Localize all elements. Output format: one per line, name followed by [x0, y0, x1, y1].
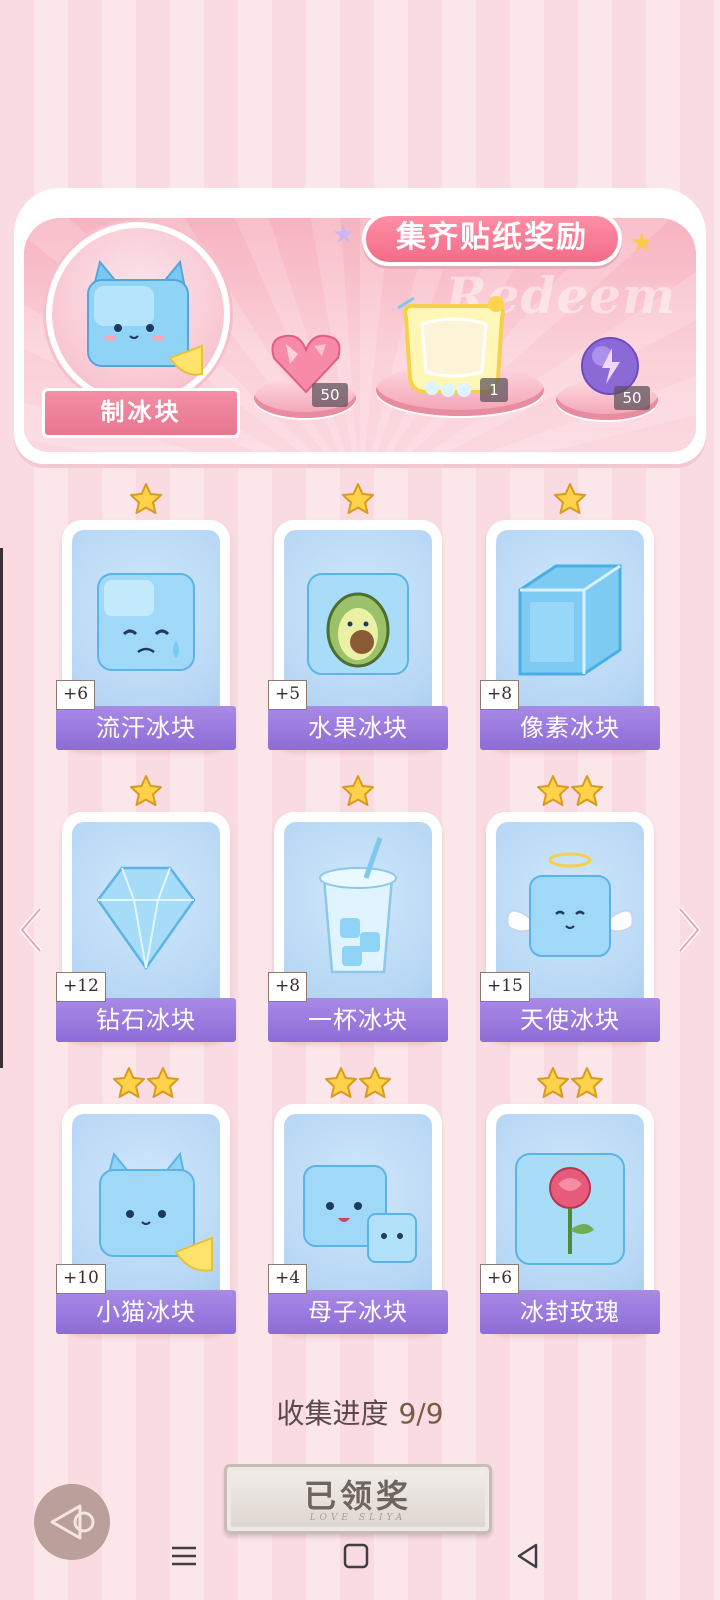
sticker-card[interactable]: 一杯冰块 +8 [268, 775, 448, 1042]
card-name: 像素冰块 [480, 706, 660, 750]
star-icon [342, 483, 374, 514]
star-icon [342, 775, 374, 806]
card-name: 水果冰块 [268, 706, 448, 750]
star-icon [325, 1067, 357, 1098]
card-bonus: +6 [480, 1264, 520, 1294]
card-star-rating [62, 482, 230, 518]
reward-count: 1 [480, 378, 508, 402]
screen-edge [0, 548, 3, 1068]
sticker-card[interactable]: 像素冰块 +8 [480, 483, 660, 750]
back-button[interactable] [34, 1484, 110, 1560]
card-bonus: +5 [268, 680, 308, 710]
ice-maker-circle[interactable] [46, 222, 230, 406]
card-bonus: +15 [480, 972, 530, 1002]
star-icon [147, 1067, 179, 1098]
card-star-rating [274, 774, 442, 810]
claim-button-subtitle: LOVE SLIYA [309, 1513, 407, 1523]
star-icon [130, 775, 162, 806]
sticker-card[interactable]: 水果冰块 +5 [268, 483, 448, 750]
home-icon[interactable] [340, 1540, 372, 1572]
card-bonus: +6 [56, 680, 96, 710]
star-icon [571, 775, 603, 806]
card-star-rating [486, 482, 654, 518]
star-icon [130, 483, 162, 514]
star-icon [113, 1067, 145, 1098]
card-bonus: +8 [268, 972, 308, 1002]
card-name: 天使冰块 [480, 998, 660, 1042]
sticker-card[interactable]: 母子冰块 +4 [268, 1067, 448, 1334]
card-star-rating [62, 774, 230, 810]
reward-count: 50 [312, 383, 348, 407]
next-page-arrow-icon[interactable] [674, 905, 704, 955]
star-icon [571, 1067, 603, 1098]
card-star-rating [486, 1066, 654, 1102]
banner-title: 集齐贴纸奖励 [362, 212, 622, 266]
prev-page-arrow-icon[interactable] [16, 905, 46, 955]
card-name: 钻石冰块 [56, 998, 236, 1042]
star-icon [554, 483, 586, 514]
claim-button-label: 已领奖 [303, 1477, 412, 1515]
sticker-card[interactable]: 小猫冰块 +10 [56, 1067, 236, 1334]
sticker-card[interactable]: 冰封玫瑰 +6 [480, 1067, 660, 1334]
card-star-rating [486, 774, 654, 810]
star-icon [537, 1067, 569, 1098]
reward-count: 50 [614, 386, 650, 410]
card-name: 流汗冰块 [56, 706, 236, 750]
card-bonus: +4 [268, 1264, 308, 1294]
card-star-rating [274, 1066, 442, 1102]
star-icon [359, 1067, 391, 1098]
sticker-card[interactable]: 天使冰块 +15 [480, 775, 660, 1042]
title-star-right-icon: ★ [630, 228, 654, 258]
card-bonus: +12 [56, 972, 106, 1002]
ice-maker-label[interactable]: 制冰块 [42, 388, 240, 438]
claimed-reward-button[interactable]: 已领奖 LOVE SLIYA [224, 1464, 492, 1534]
progress-label: 收集进度 [276, 1397, 389, 1430]
card-bonus: +8 [480, 680, 520, 710]
back-arrow-icon [50, 1504, 95, 1540]
star-icon [537, 775, 569, 806]
card-name: 冰封玫瑰 [480, 1290, 660, 1334]
card-name: 母子冰块 [268, 1290, 448, 1334]
card-name: 一杯冰块 [268, 998, 448, 1042]
system-back-icon[interactable] [512, 1540, 544, 1572]
recent-apps-icon[interactable] [168, 1540, 200, 1572]
card-star-rating [274, 482, 442, 518]
cat-ice-cube-icon [87, 259, 203, 376]
sticker-card[interactable]: 钻石冰块 +12 [56, 775, 236, 1042]
progress-value: 9/9 [398, 1397, 444, 1430]
title-star-left-icon: ★ [332, 220, 356, 250]
card-name: 小猫冰块 [56, 1290, 236, 1334]
sticker-card[interactable]: 流汗冰块 +6 [56, 483, 236, 750]
card-star-rating [62, 1066, 230, 1102]
card-bonus: +10 [56, 1264, 106, 1294]
collection-progress: 收集进度 9/9 [0, 1392, 720, 1432]
